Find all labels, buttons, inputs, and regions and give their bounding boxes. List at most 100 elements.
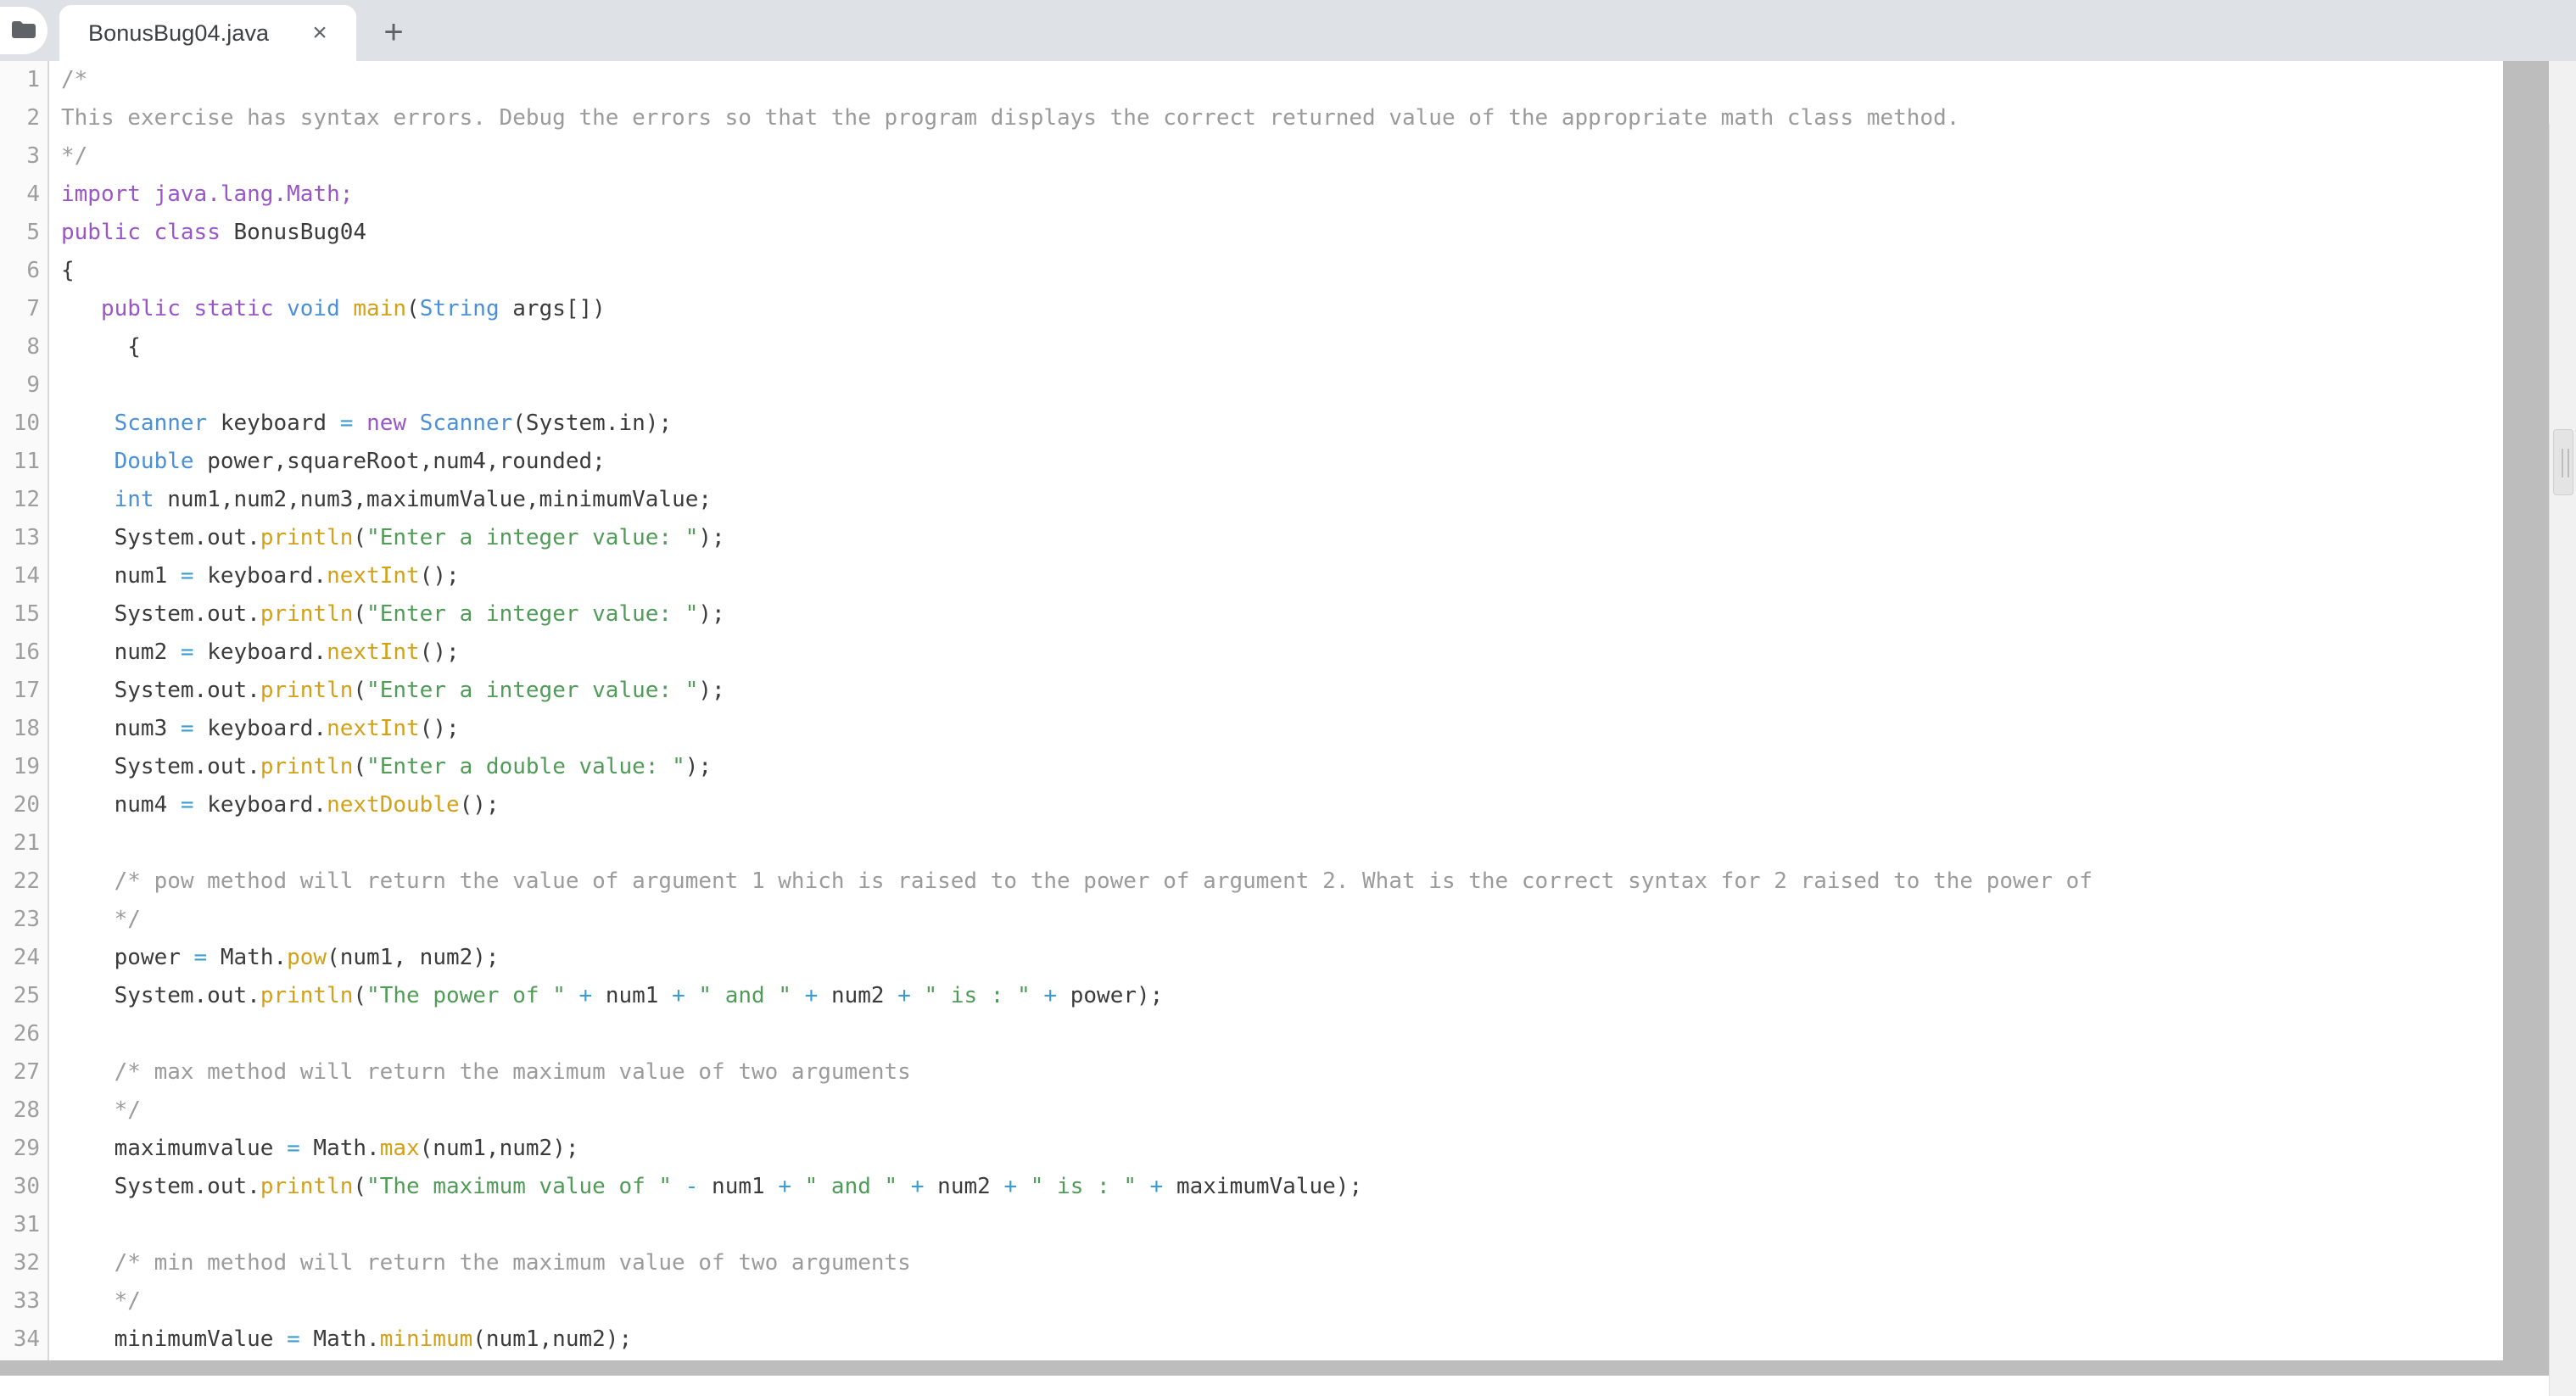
code-token: int bbox=[115, 487, 154, 512]
code-line[interactable]: */ bbox=[51, 1282, 2528, 1321]
line-number: 19 bbox=[0, 748, 47, 786]
code-token: ( bbox=[353, 678, 366, 703]
code-line[interactable]: System.out.println("The power of " + num… bbox=[51, 977, 2528, 1015]
code-token: "Enter a double value: " bbox=[366, 754, 685, 779]
horizontal-scrollbar[interactable] bbox=[0, 1360, 2549, 1376]
code-token: println bbox=[260, 678, 354, 703]
code-line[interactable]: System.out.println("Enter a integer valu… bbox=[51, 595, 2528, 634]
code-line[interactable]: System.out.println("The maximum value of… bbox=[51, 1168, 2528, 1206]
code-token: maximumValue); bbox=[1163, 1174, 1362, 1199]
code-token: num4 bbox=[61, 792, 181, 818]
code-token: num1 bbox=[698, 1174, 778, 1199]
open-folder-button[interactable] bbox=[0, 7, 47, 54]
code-token bbox=[406, 410, 420, 436]
code-token: main bbox=[353, 296, 406, 321]
code-token: public bbox=[61, 220, 141, 245]
code-token: */ bbox=[61, 907, 141, 932]
line-number: 25 bbox=[0, 977, 47, 1015]
code-token: (); bbox=[460, 792, 500, 818]
code-token: ( bbox=[353, 1174, 366, 1199]
code-token: keyboard bbox=[207, 410, 340, 436]
code-line[interactable]: Scanner keyboard = new Scanner(System.in… bbox=[51, 405, 2528, 443]
code-line[interactable]: num2 = keyboard.nextInt(); bbox=[51, 634, 2528, 672]
line-number: 6 bbox=[0, 252, 47, 290]
code-token: /* bbox=[61, 67, 87, 92]
code-line[interactable]: int num1,num2,num3,maximumValue,minimumV… bbox=[51, 481, 2528, 519]
code-line[interactable]: public static void main(String args[]) bbox=[51, 290, 2528, 328]
code-token: Math. bbox=[300, 1136, 380, 1161]
code-token: num1 bbox=[592, 983, 672, 1008]
code-line[interactable]: public class BonusBug04 bbox=[51, 214, 2528, 252]
code-token bbox=[340, 296, 354, 321]
code-line[interactable]: /* pow method will return the value of a… bbox=[51, 863, 2528, 901]
code-token bbox=[61, 487, 115, 512]
code-line[interactable]: System.out.println("Enter a double value… bbox=[51, 748, 2528, 786]
code-line[interactable] bbox=[51, 366, 2528, 405]
line-number: 31 bbox=[0, 1206, 47, 1244]
code-line[interactable]: Double power,squareRoot,num4,rounded; bbox=[51, 443, 2528, 481]
code-token: */ bbox=[61, 143, 87, 169]
code-line[interactable]: num4 = keyboard.nextDouble(); bbox=[51, 786, 2528, 824]
code-line[interactable]: */ bbox=[51, 1092, 2528, 1130]
code-line[interactable]: This exercise has syntax errors. Debug t… bbox=[51, 99, 2528, 137]
code-token: "The maximum value of " bbox=[366, 1174, 672, 1199]
code-token: + bbox=[805, 983, 819, 1008]
code-line[interactable]: */ bbox=[51, 901, 2528, 939]
code-line[interactable]: num3 = keyboard.nextInt(); bbox=[51, 710, 2528, 748]
line-number: 17 bbox=[0, 672, 47, 710]
code-token: = bbox=[181, 792, 194, 818]
code-editor[interactable]: 1234567891011121314151617181920212223242… bbox=[0, 61, 2576, 1376]
line-number: 21 bbox=[0, 824, 47, 863]
code-token: println bbox=[260, 983, 354, 1008]
code-token: " and " bbox=[805, 1174, 898, 1199]
code-token: args[]) bbox=[500, 296, 606, 321]
code-line[interactable]: /* min method will return the maximum va… bbox=[51, 1244, 2528, 1282]
code-token: (num1,num2); bbox=[472, 1326, 632, 1352]
code-line[interactable]: num1 = keyboard.nextInt(); bbox=[51, 557, 2528, 595]
code-token: System.out. bbox=[61, 983, 260, 1008]
code-line[interactable]: /* max method will return the maximum va… bbox=[51, 1053, 2528, 1092]
code-token: = bbox=[181, 716, 194, 741]
line-number: 18 bbox=[0, 710, 47, 748]
code-line[interactable]: { bbox=[51, 252, 2528, 290]
code-line[interactable]: import java.lang.Math; bbox=[51, 176, 2528, 214]
code-token: println bbox=[260, 754, 354, 779]
code-token: num1,num2,num3,maximumValue,minimumValue… bbox=[154, 487, 712, 512]
code-token bbox=[685, 983, 699, 1008]
editor-tab-bonusbug04[interactable]: BonusBug04.java × bbox=[59, 5, 356, 61]
code-token: power,squareRoot,num4,rounded; bbox=[194, 449, 606, 474]
code-token: class bbox=[154, 220, 221, 245]
line-number: 12 bbox=[0, 481, 47, 519]
code-line[interactable]: System.out.println("Enter a integer valu… bbox=[51, 672, 2528, 710]
new-tab-button[interactable]: + bbox=[370, 8, 417, 56]
code-token: Double bbox=[115, 449, 194, 474]
code-token: keyboard. bbox=[194, 792, 327, 818]
code-line[interactable]: /* bbox=[51, 61, 2528, 99]
vertical-scrollbar-thumb[interactable] bbox=[2553, 429, 2573, 495]
code-token: power); bbox=[1057, 983, 1163, 1008]
code-line[interactable]: */ bbox=[51, 137, 2528, 176]
code-line[interactable]: maximumvalue = Math.max(num1,num2); bbox=[51, 1130, 2528, 1168]
code-token bbox=[791, 983, 805, 1008]
code-token: (); bbox=[420, 639, 460, 665]
code-token: /* min method will return the maximum va… bbox=[61, 1250, 911, 1276]
code-content[interactable]: /* This exercise has syntax errors. Debug… bbox=[51, 61, 2528, 1376]
code-token: + bbox=[778, 1174, 791, 1199]
close-icon[interactable]: × bbox=[302, 15, 338, 51]
code-line[interactable]: { bbox=[51, 328, 2528, 366]
code-line[interactable] bbox=[51, 1206, 2528, 1244]
code-line[interactable]: minimumValue = Math.minimum(num1,num2); bbox=[51, 1321, 2528, 1359]
code-token: Math. bbox=[300, 1326, 380, 1352]
vertical-scrollbar[interactable] bbox=[2549, 124, 2576, 1396]
code-token: println bbox=[260, 601, 354, 627]
code-token: java.lang.Math; bbox=[154, 181, 354, 207]
code-line[interactable]: power = Math.pow(num1, num2); bbox=[51, 939, 2528, 977]
code-line[interactable] bbox=[51, 1015, 2528, 1053]
code-line[interactable] bbox=[51, 824, 2528, 863]
code-token: This exercise has syntax errors. Debug t… bbox=[61, 105, 1959, 131]
code-line[interactable]: System.out.println("Enter a integer valu… bbox=[51, 519, 2528, 557]
code-token: max bbox=[380, 1136, 420, 1161]
vertical-scrollbar-track[interactable] bbox=[2549, 61, 2576, 1376]
code-token: { bbox=[61, 258, 75, 283]
line-number: 9 bbox=[0, 366, 47, 405]
